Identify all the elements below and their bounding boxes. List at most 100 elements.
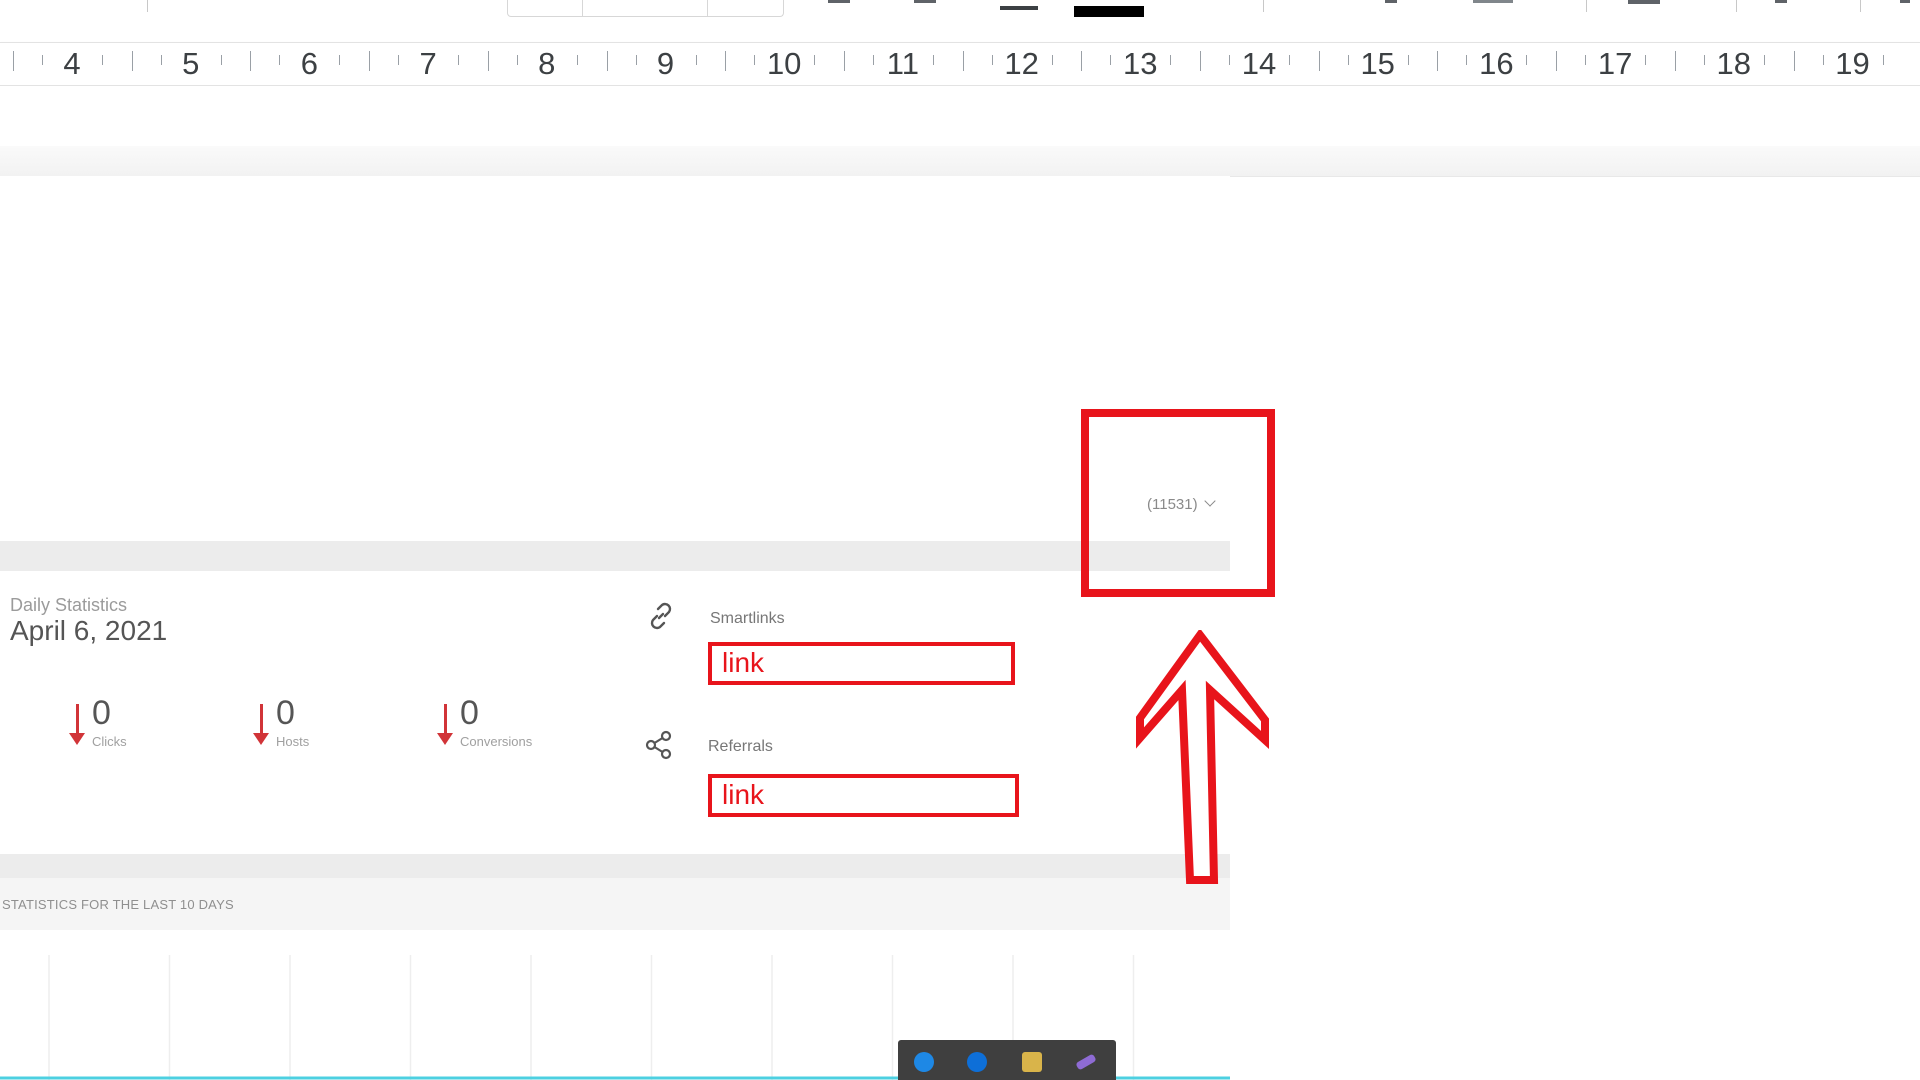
font-size-control[interactable] bbox=[507, 0, 784, 17]
ruler-number: 12 bbox=[1004, 46, 1039, 81]
ruler-major-tick bbox=[250, 51, 252, 71]
arrow-up-annotation bbox=[1136, 630, 1269, 884]
down-arrow-icon bbox=[76, 704, 79, 736]
ruler-tick bbox=[576, 55, 578, 65]
down-arrow-icon bbox=[260, 704, 263, 736]
ruler-tick bbox=[1882, 55, 1884, 65]
teamviewer-icon[interactable] bbox=[967, 1052, 987, 1072]
smartlinks-label: Smartlinks bbox=[710, 610, 785, 627]
toolbar-separator bbox=[1586, 0, 1587, 12]
ruler-number: 18 bbox=[1716, 46, 1752, 81]
ruler-tick bbox=[1822, 55, 1824, 65]
editor-toolbar bbox=[0, 0, 1920, 42]
stat-value: 0 bbox=[276, 694, 295, 732]
align-icon[interactable] bbox=[1775, 0, 1787, 3]
highlight-box-annotation bbox=[1081, 409, 1275, 597]
feather-icon[interactable] bbox=[1075, 1053, 1097, 1071]
italic-icon[interactable] bbox=[914, 0, 936, 3]
ruler-number: 4 bbox=[63, 46, 81, 81]
stat-label: Clicks bbox=[92, 734, 127, 749]
ruler-tick bbox=[1407, 55, 1409, 65]
link-toolbar-icon[interactable] bbox=[1385, 0, 1397, 3]
ruler-major-tick bbox=[725, 51, 727, 71]
daily-statistics-panel bbox=[0, 571, 1230, 854]
font-size-divider bbox=[582, 0, 583, 16]
section-divider bbox=[0, 854, 1230, 878]
ruler-major-tick bbox=[843, 51, 845, 71]
system-tray bbox=[898, 1040, 1116, 1080]
ruler-major-tick bbox=[1556, 51, 1558, 71]
page-break bbox=[0, 146, 1920, 177]
ruler-tick bbox=[872, 55, 874, 65]
ruler-number: 19 bbox=[1835, 46, 1870, 81]
ruler-number: 15 bbox=[1360, 46, 1395, 81]
share-icon bbox=[645, 730, 672, 760]
ruler-tick bbox=[1645, 55, 1647, 65]
ruler-tick bbox=[1170, 55, 1172, 65]
chart-section-header: STATISTICS FOR THE LAST 10 DAYS bbox=[0, 878, 1230, 930]
ruler-number: 14 bbox=[1241, 46, 1277, 81]
underline-icon[interactable] bbox=[1000, 6, 1038, 10]
bold-icon[interactable] bbox=[828, 0, 850, 3]
ruler-tick bbox=[991, 55, 993, 65]
down-arrow-head bbox=[437, 733, 453, 745]
screenshot-blank-area bbox=[0, 176, 1230, 543]
ruler-tick bbox=[1289, 55, 1290, 65]
section-divider bbox=[0, 541, 1230, 571]
ruler-tick bbox=[160, 55, 162, 65]
ruler-major-tick bbox=[1318, 51, 1320, 71]
more-icon[interactable] bbox=[1900, 0, 1910, 3]
ruler-number: 9 bbox=[656, 46, 675, 81]
ruler-major-tick bbox=[1437, 51, 1439, 71]
ruler-major-tick bbox=[13, 51, 14, 71]
down-arrow-icon bbox=[444, 704, 447, 736]
stat-value: 0 bbox=[92, 694, 111, 732]
ruler-tick bbox=[1526, 55, 1528, 65]
ruler-tick bbox=[1347, 55, 1349, 65]
chart-section-title: STATISTICS FOR THE LAST 10 DAYS bbox=[2, 897, 234, 912]
ruler-tick bbox=[398, 55, 400, 65]
smartlinks-link-field[interactable]: link bbox=[708, 642, 1015, 685]
panel-subtitle: Daily Statistics bbox=[10, 595, 128, 615]
referrals-link-field[interactable]: link bbox=[708, 774, 1019, 817]
ruler-major-tick bbox=[487, 51, 489, 71]
security-icon[interactable] bbox=[1022, 1052, 1042, 1072]
ruler-tick bbox=[458, 55, 460, 65]
font-size-divider bbox=[707, 0, 708, 16]
down-arrow-head bbox=[253, 733, 269, 745]
ruler-major-tick bbox=[1793, 51, 1795, 71]
ruler-tick bbox=[932, 55, 934, 65]
ruler-number: 17 bbox=[1597, 46, 1633, 81]
ruler-tick bbox=[1585, 55, 1587, 65]
stat-value: 0 bbox=[460, 694, 479, 732]
stat-label: Hosts bbox=[276, 734, 310, 749]
ruler-major-tick bbox=[1674, 51, 1676, 71]
ruler-number: 13 bbox=[1123, 46, 1158, 81]
horizontal-ruler[interactable]: 4 5 6 7 8 9 10 11 12 13 14 15 16 17 18 19 bbox=[0, 42, 1920, 86]
panel-date: April 6, 2021 bbox=[10, 615, 168, 646]
ruler-number: 8 bbox=[538, 46, 556, 81]
down-arrow-head bbox=[69, 733, 85, 745]
ruler-tick bbox=[754, 55, 756, 65]
ruler-major-tick bbox=[962, 51, 964, 71]
ruler-tick bbox=[1051, 55, 1053, 65]
ruler-major-tick bbox=[131, 51, 133, 71]
ruler-number: 10 bbox=[766, 46, 802, 81]
ruler-number: 16 bbox=[1479, 46, 1514, 81]
comment-icon[interactable] bbox=[1473, 0, 1513, 3]
ruler-number: 11 bbox=[886, 46, 919, 81]
toolbar-separator bbox=[1860, 0, 1861, 12]
link-icon bbox=[650, 602, 672, 630]
bluetooth-icon[interactable] bbox=[914, 1052, 934, 1072]
ruler-tick bbox=[1110, 55, 1112, 65]
ruler-tick bbox=[102, 55, 103, 65]
toolbar-separator bbox=[1736, 0, 1737, 12]
ruler-major-tick bbox=[1200, 51, 1201, 71]
image-icon[interactable] bbox=[1628, 0, 1660, 4]
ruler-tick bbox=[635, 55, 637, 65]
text-color-swatch[interactable] bbox=[1074, 6, 1144, 17]
ruler-tick bbox=[220, 55, 222, 65]
ruler-tick bbox=[1763, 55, 1765, 65]
page-top-margin bbox=[0, 86, 1920, 146]
ruler-number: 6 bbox=[300, 46, 319, 81]
